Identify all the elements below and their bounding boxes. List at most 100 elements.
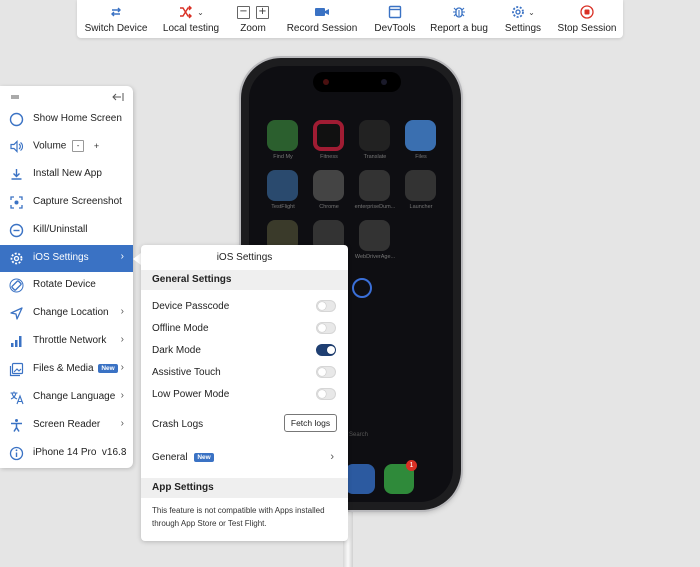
menu-item-volume: Volume - +: [0, 133, 133, 160]
menu-item-label: Volume: [33, 140, 67, 152]
general-settings-header: General Settings: [141, 270, 348, 290]
menu-item-label: Throttle Network: [33, 335, 107, 346]
menu-item-label: iPhone 14 Pro v16.3: [33, 447, 127, 458]
volume-icon: [9, 139, 24, 154]
menu-item-label: Show Home Screen: [33, 113, 122, 124]
volume-down-button[interactable]: -: [72, 140, 85, 152]
menu-item-change-language[interactable]: Change Language ›: [0, 384, 133, 411]
webdriveragent-app-icon[interactable]: [359, 220, 390, 251]
menu-header: [0, 86, 133, 106]
menu-item-label: Change Language: [33, 391, 116, 402]
zoom-out-button[interactable]: −: [237, 5, 250, 19]
chevron-right-icon: ›: [120, 334, 124, 345]
settings-button[interactable]: ⌄ Settings: [503, 0, 543, 38]
circle-icon: [9, 112, 24, 127]
report-bug-button[interactable]: Report a bug: [430, 0, 488, 38]
menu-item-kill-uninstall[interactable]: Kill/Uninstall: [0, 217, 133, 244]
chevron-right-icon: ›: [120, 306, 124, 317]
ios-settings-popover: iOS Settings General Settings Device Pas…: [141, 245, 348, 541]
setting-label: Low Power Mode: [152, 389, 230, 400]
app-label: enterpriseDum...: [354, 204, 396, 210]
menu-item-label: Kill/Uninstall: [33, 224, 88, 235]
assistive-touch-ring: [352, 278, 372, 298]
menu-item-label: iOS Settings: [33, 252, 89, 263]
shuffle-icon: ⌄: [178, 2, 204, 22]
setting-row-general[interactable]: General New ›: [141, 448, 348, 470]
chrome-app-icon[interactable]: [313, 170, 344, 201]
info-icon: [9, 446, 24, 461]
offline-mode-toggle[interactable]: [316, 322, 336, 334]
setting-label: Dark Mode: [152, 345, 201, 356]
switch-arrows-icon: [109, 2, 123, 22]
window-icon: [388, 2, 402, 22]
app-settings-header: App Settings: [141, 478, 348, 498]
chevron-right-icon: ›: [120, 251, 124, 262]
stop-session-label: Stop Session: [557, 23, 617, 34]
menu-item-rotate-device[interactable]: Rotate Device: [0, 272, 133, 299]
assistive-touch-toggle[interactable]: [316, 366, 336, 378]
minus-circle-icon: [9, 223, 24, 238]
fetch-logs-button[interactable]: Fetch logs: [284, 414, 337, 432]
local-testing-label: Local testing: [162, 23, 220, 34]
files-app-icon[interactable]: [405, 120, 436, 151]
menu-item-label: Screen Reader: [33, 419, 101, 430]
menu-item-ios-settings[interactable]: iOS Settings ›: [0, 245, 133, 272]
device-passcode-toggle[interactable]: [316, 300, 336, 312]
chevron-right-icon: ›: [120, 446, 124, 457]
zoom-in-button[interactable]: +: [256, 5, 269, 19]
fitness-app-icon[interactable]: [313, 120, 344, 151]
chevron-right-icon: ›: [120, 362, 124, 373]
local-testing-button[interactable]: ⌄ Local testing: [163, 0, 219, 38]
video-camera-icon: [314, 2, 330, 22]
app-label: Fitness: [320, 154, 338, 160]
new-badge: New: [98, 363, 118, 373]
menu-item-install-new-app[interactable]: Install New App: [0, 161, 133, 188]
switch-device-button[interactable]: Switch Device: [84, 0, 148, 38]
menu-item-label: Capture Screenshot: [33, 196, 122, 207]
testflight-app-icon[interactable]: [267, 170, 298, 201]
screenshot-icon: [9, 195, 24, 210]
chevron-right-icon: ›: [120, 418, 124, 429]
chevron-right-icon: ›: [120, 390, 124, 401]
devtools-button[interactable]: DevTools: [373, 0, 417, 38]
search-hint: Search: [349, 432, 369, 438]
menu-item-show-home-screen[interactable]: Show Home Screen: [0, 106, 133, 133]
menu-item-screen-reader[interactable]: Screen Reader ›: [0, 412, 133, 439]
safari-app-icon[interactable]: [345, 464, 375, 494]
menu-item-change-location[interactable]: Change Location ›: [0, 300, 133, 327]
device-actions-menu: Show Home Screen Volume - + Install New …: [0, 86, 133, 468]
app-label: TestFlight: [271, 204, 295, 210]
launcher-app-icon[interactable]: [405, 170, 436, 201]
setting-label: Crash Logs: [152, 419, 204, 430]
switch-device-label: Switch Device: [84, 23, 148, 34]
location-icon: [9, 306, 24, 321]
low-power-mode-toggle[interactable]: [316, 388, 336, 400]
setting-row-offline-mode: Offline Mode: [141, 319, 348, 341]
gear-icon: [9, 251, 24, 266]
app-label: Chrome: [319, 204, 339, 210]
translate-app-icon[interactable]: [359, 120, 390, 151]
drag-handle-icon[interactable]: [10, 89, 20, 107]
menu-item-device-info[interactable]: iPhone 14 Pro v16.3 ›: [0, 440, 133, 467]
rotate-icon: [9, 278, 24, 293]
settings-label: Settings: [504, 23, 542, 34]
new-badge: New: [194, 452, 214, 462]
collapse-menu-icon[interactable]: [112, 89, 124, 107]
setting-label: Device Passcode: [152, 301, 230, 312]
menu-item-capture-screenshot[interactable]: Capture Screenshot: [0, 189, 133, 216]
record-session-button[interactable]: Record Session: [287, 0, 357, 38]
setting-label: Assistive Touch: [152, 367, 221, 378]
popover-title: iOS Settings: [216, 252, 273, 263]
menu-item-label: Files & Media: [33, 363, 94, 374]
menu-item-files-media[interactable]: Files & Media New ›: [0, 356, 133, 383]
find-my-app-icon[interactable]: [267, 120, 298, 151]
messages-app-icon[interactable]: 1: [384, 460, 417, 494]
signal-icon: [9, 334, 24, 349]
menu-item-throttle-network[interactable]: Throttle Network ›: [0, 328, 133, 355]
translate-icon: [9, 390, 24, 405]
enterprise-app-icon[interactable]: [359, 170, 390, 201]
stop-session-button[interactable]: Stop Session: [557, 0, 617, 38]
volume-up-button[interactable]: +: [94, 141, 99, 151]
menu-item-label: Install New App: [33, 168, 102, 179]
dark-mode-toggle[interactable]: [316, 344, 336, 356]
